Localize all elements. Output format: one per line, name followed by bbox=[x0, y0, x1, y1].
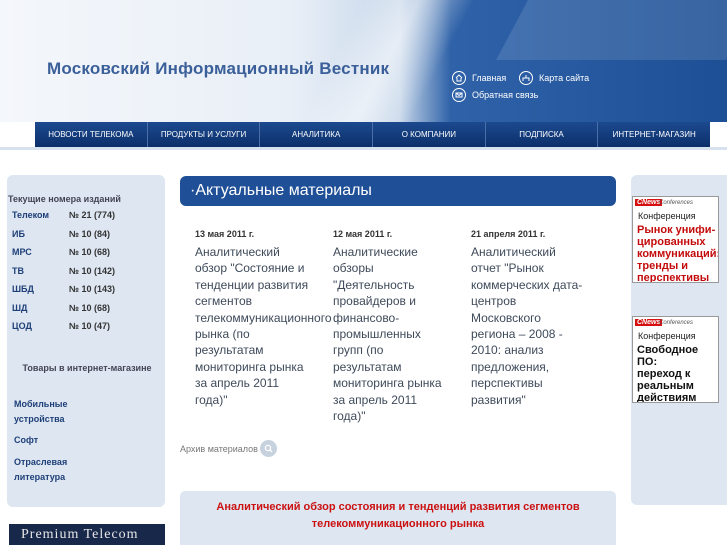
site-logo[interactable]: Московский Информационный Вестник bbox=[47, 59, 389, 79]
main-nav: Новости телекома Продукты и услуги Анали… bbox=[35, 122, 711, 147]
editions-title: Текущие номера изданий bbox=[8, 194, 121, 204]
edition-number[interactable]: № 21 (774) bbox=[69, 210, 115, 227]
left-sidebar: Текущие номера изданий Телеком № 21 (774… bbox=[7, 175, 165, 507]
edition-number[interactable]: № 10 (47) bbox=[69, 321, 110, 338]
home-icon bbox=[452, 71, 466, 85]
home-link-label: Главная bbox=[472, 73, 507, 83]
edition-name[interactable]: ШБД bbox=[12, 284, 69, 301]
article-card: 12 мая 2011 г. Аналитические обзоры "Дея… bbox=[333, 227, 473, 424]
edition-row: ШБД № 10 (143) bbox=[12, 284, 162, 301]
sitemap-link[interactable]: Карта сайта bbox=[519, 71, 589, 85]
edition-number[interactable]: № 10 (68) bbox=[69, 247, 110, 264]
shop-item-software[interactable]: Софт bbox=[14, 433, 38, 448]
feature-link[interactable]: Аналитический обзор состояния и тенденци… bbox=[180, 499, 616, 533]
article-date: 12 мая 2011 г. bbox=[333, 229, 393, 239]
shop-title: Товары в интернет-магазине bbox=[22, 363, 152, 373]
article-link[interactable]: Аналитический отчет "Рынок коммерческих … bbox=[471, 244, 611, 408]
edition-number[interactable]: № 10 (143) bbox=[69, 284, 115, 301]
edition-row: ШД № 10 (68) bbox=[12, 303, 162, 320]
edition-row: ТВ № 10 (142) bbox=[12, 266, 162, 283]
nav-divider bbox=[0, 147, 727, 150]
edition-number[interactable]: № 10 (84) bbox=[69, 229, 110, 246]
home-link[interactable]: Главная bbox=[452, 71, 506, 85]
edition-number[interactable]: № 10 (68) bbox=[69, 303, 110, 320]
banner-kind: Конференция bbox=[638, 211, 696, 221]
archive-label: Архив материалов bbox=[180, 443, 258, 454]
conference-banner[interactable]: CNews Conferences Конференция Свободное … bbox=[632, 316, 719, 403]
article-date: 21 апреля 2011 г. bbox=[471, 229, 546, 239]
edition-name[interactable]: ТВ bbox=[12, 266, 69, 283]
feedback-link[interactable]: Обратная связь bbox=[452, 88, 538, 102]
mail-icon bbox=[452, 88, 466, 102]
nav-shop[interactable]: Интернет-магазин bbox=[597, 122, 711, 147]
article-date: 13 мая 2011 г. bbox=[195, 229, 255, 239]
article-card: 21 апреля 2011 г. Аналитический отчет "Р… bbox=[471, 227, 611, 408]
banner-label: Conferences bbox=[659, 320, 694, 326]
edition-row: ИБ № 10 (84) bbox=[12, 229, 162, 246]
edition-name[interactable]: ЦОД bbox=[12, 321, 69, 338]
edition-number[interactable]: № 10 (142) bbox=[69, 266, 115, 283]
shop-item-mobile[interactable]: Мобильные устройства bbox=[14, 397, 94, 427]
edition-row: ЦОД № 10 (47) bbox=[12, 321, 162, 338]
premium-telecom-banner[interactable]: Premium Telecom bbox=[9, 524, 165, 545]
edition-name[interactable]: ИБ bbox=[12, 229, 69, 246]
nav-analytics[interactable]: Аналитика bbox=[259, 122, 373, 147]
article-card: 13 мая 2011 г. Аналитический обзор "Сост… bbox=[195, 227, 335, 408]
banner-title: Рынок унифи- цированных коммуникаций: тр… bbox=[637, 224, 719, 283]
section-title: ·Актуальные материалы bbox=[180, 176, 616, 206]
banner-title: Свободное ПО: переход к реальным действи… bbox=[637, 344, 699, 403]
sitemap-link-label: Карта сайта bbox=[539, 73, 590, 83]
banner-kind: Конференция bbox=[638, 331, 696, 341]
edition-name[interactable]: МРС bbox=[12, 247, 69, 264]
nav-telecom-news[interactable]: Новости телекома bbox=[35, 122, 147, 147]
edition-row: Телеком № 21 (774) bbox=[12, 210, 162, 227]
feature-box: Аналитический обзор состояния и тенденци… bbox=[180, 491, 616, 545]
page: Московский Информационный Вестник Главна… bbox=[0, 0, 727, 545]
conference-banner[interactable]: CNews Conferences Конференция Рынок униф… bbox=[632, 196, 719, 283]
banner-label: Conferences bbox=[659, 200, 694, 206]
article-link[interactable]: Аналитические обзоры "Деятельность прова… bbox=[333, 244, 473, 424]
nav-subscription[interactable]: Подписка bbox=[484, 122, 598, 147]
sitemap-icon bbox=[519, 71, 533, 85]
nav-products[interactable]: Продукты и услуги bbox=[146, 122, 260, 147]
edition-row: МРС № 10 (68) bbox=[12, 247, 162, 264]
nav-about[interactable]: О компании bbox=[372, 122, 485, 147]
edition-name[interactable]: Телеком bbox=[12, 210, 69, 227]
search-icon bbox=[259, 440, 277, 457]
edition-name[interactable]: ШД bbox=[12, 303, 69, 320]
feedback-link-label: Обратная связь bbox=[472, 90, 539, 100]
shop-item-literature[interactable]: Отраслевая литература bbox=[14, 455, 89, 485]
article-link[interactable]: Аналитический обзор "Состояние и тенденц… bbox=[195, 244, 335, 408]
archive-link[interactable]: Архив материалов bbox=[180, 440, 277, 457]
header-glow bbox=[496, 0, 727, 60]
site-header: Московский Информационный Вестник Главна… bbox=[0, 0, 727, 122]
